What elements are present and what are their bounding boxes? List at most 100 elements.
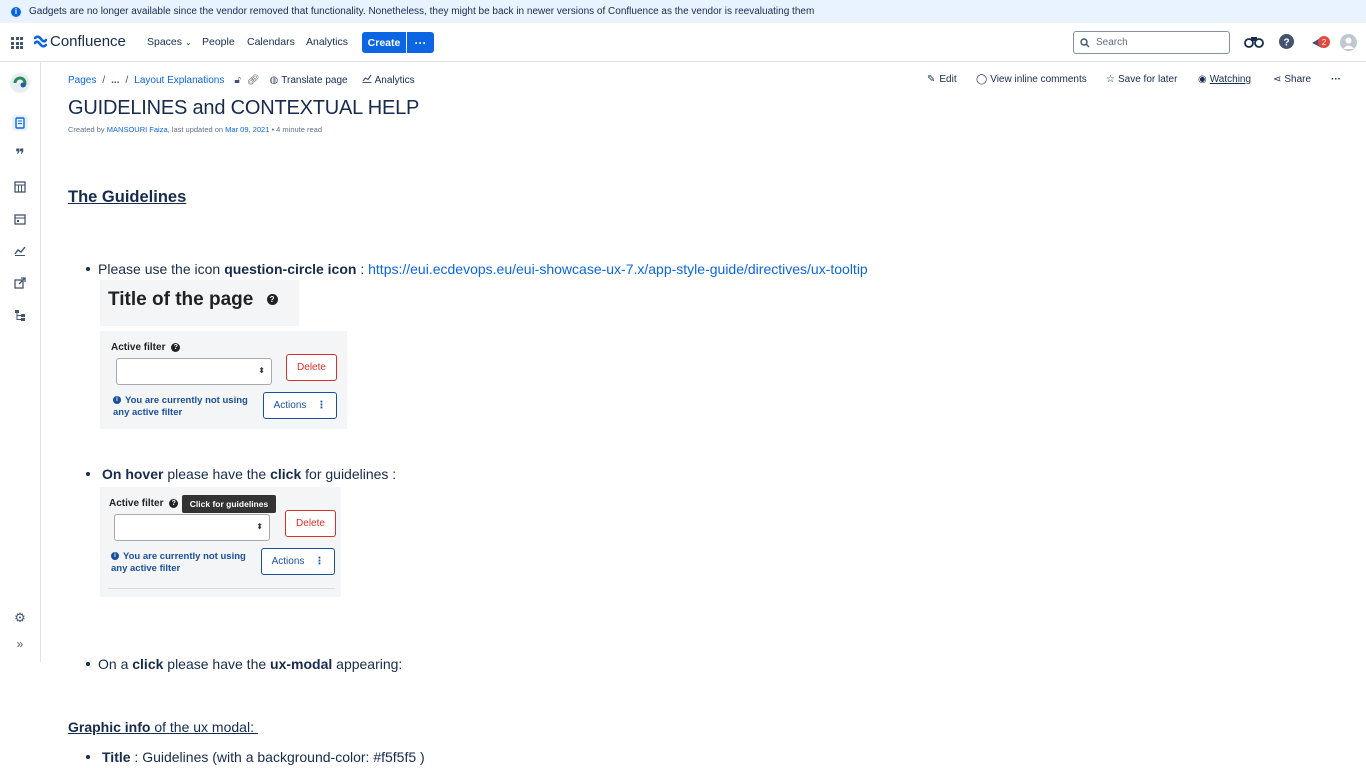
graphic-heading-rest: of the ux modal: bbox=[150, 719, 258, 735]
hierarchy-icon[interactable] bbox=[12, 307, 28, 323]
calculator-icon[interactable] bbox=[12, 179, 28, 195]
svg-text:?: ? bbox=[1283, 38, 1289, 49]
binoculars-icon[interactable] bbox=[1244, 35, 1264, 54]
translate-page-link[interactable]: Translate page bbox=[281, 75, 347, 86]
bullet1-pre: Please use the icon bbox=[98, 261, 221, 277]
settings-icon[interactable]: ⚙ bbox=[12, 610, 28, 626]
bullet4-rest: : Guidelines (with a background-color: #… bbox=[130, 749, 425, 765]
bullet1-mid: : bbox=[356, 261, 369, 277]
space-avatar-icon[interactable] bbox=[9, 72, 31, 94]
search-placeholder: Search bbox=[1096, 37, 1128, 48]
confluence-logo[interactable]: Confluence bbox=[34, 33, 126, 50]
kebab-icon: ⋮ bbox=[314, 556, 325, 567]
byline-mid: , last updated on bbox=[167, 125, 226, 134]
watching-button[interactable]: ◉ Watching bbox=[1198, 74, 1251, 85]
analytics-link[interactable]: Analytics bbox=[375, 75, 415, 86]
mock-filter-select: ⬍ bbox=[116, 358, 272, 385]
breadcrumb-layout-explanations[interactable]: Layout Explanations bbox=[134, 75, 224, 86]
edit-label: Edit bbox=[939, 74, 957, 85]
create-button[interactable]: Create bbox=[362, 32, 406, 53]
graphic-info-heading: Graphic info of the ux modal: bbox=[68, 719, 258, 735]
analytics-icon[interactable] bbox=[12, 243, 28, 259]
bullet3-bold1: click bbox=[132, 656, 164, 672]
question-circle-icon: ? bbox=[171, 342, 181, 352]
create-more-button[interactable]: ··· bbox=[407, 32, 434, 53]
save-for-later-button[interactable]: ☆ Save for later bbox=[1106, 74, 1177, 85]
ux-tooltip-link[interactable]: https://eui.ecdevops.eu/eui-showcase-ux-… bbox=[368, 261, 868, 277]
nav-people[interactable]: People bbox=[202, 36, 235, 48]
pages-icon[interactable] bbox=[12, 115, 28, 131]
breadcrumb-pages[interactable]: Pages bbox=[68, 75, 96, 86]
mock-filter-select: ⬍ bbox=[114, 514, 270, 541]
pencil-icon: ✎ bbox=[927, 74, 936, 85]
expand-sidebar-icon[interactable]: » bbox=[12, 636, 28, 652]
bullet2-bold1: On hover bbox=[102, 466, 164, 482]
sort-caret-icon: ⬍ bbox=[258, 366, 265, 375]
mock-tooltip: Click for guidelines bbox=[182, 495, 276, 513]
mock-info-line2: any active filter bbox=[111, 563, 181, 574]
nav-analytics[interactable]: Analytics bbox=[306, 36, 348, 48]
lock-icon[interactable]: 🔓︎ bbox=[234, 75, 240, 86]
mock-label-text: Active filter bbox=[109, 498, 164, 509]
help-icon[interactable]: ? bbox=[1279, 34, 1294, 54]
info-icon: i bbox=[11, 6, 21, 17]
share-button[interactable]: ⋖ Share bbox=[1273, 74, 1311, 85]
mock-delete-button: Delete bbox=[286, 354, 337, 381]
graphic-heading-bold: Graphic info bbox=[68, 719, 151, 735]
banner-text: Gadgets are no longer available since th… bbox=[29, 6, 815, 17]
search-icon bbox=[1080, 37, 1090, 47]
app-switcher-icon[interactable] bbox=[11, 37, 23, 49]
mock-actions-label: Actions bbox=[271, 556, 305, 567]
mock-delete-button: Delete bbox=[285, 510, 336, 537]
bullet2-post: for guidelines : bbox=[301, 466, 397, 482]
date-link[interactable]: Mar 09, 2021 bbox=[225, 125, 269, 134]
calendar-icon[interactable] bbox=[12, 211, 28, 227]
nav-calendars[interactable]: Calendars bbox=[247, 36, 295, 48]
notifications-icon[interactable]: 2 bbox=[1311, 34, 1331, 55]
list-item: On a click please have the ux-modal appe… bbox=[86, 656, 402, 672]
quote-icon[interactable]: ❞ bbox=[12, 147, 28, 164]
more-actions-button[interactable]: ··· bbox=[1331, 74, 1341, 85]
mock-actions-button: Actions ⋮ bbox=[263, 392, 337, 419]
bullet4-bold: Title bbox=[102, 749, 131, 765]
search-input[interactable]: Search bbox=[1073, 31, 1230, 54]
mock-label-text: Active filter bbox=[111, 342, 166, 353]
bullet3-pre: On a bbox=[98, 656, 133, 672]
byline-suffix: • 4 minute read bbox=[269, 125, 323, 134]
avatar[interactable] bbox=[1340, 34, 1357, 56]
kebab-icon: ⋮ bbox=[316, 400, 327, 411]
author-link[interactable]: MANSOURI Faiza bbox=[107, 125, 168, 134]
view-inline-comments-button[interactable]: ◯ View inline comments bbox=[976, 74, 1087, 85]
bullet1-bold: question-circle icon bbox=[224, 261, 357, 277]
bullet-dot bbox=[86, 755, 90, 759]
edit-button[interactable]: ✎ Edit bbox=[927, 74, 957, 85]
info-icon: i bbox=[111, 552, 119, 561]
bullet-dot bbox=[86, 472, 90, 476]
breadcrumb-separator: / bbox=[125, 74, 129, 86]
mock-actions-label: Actions bbox=[273, 400, 307, 411]
eye-icon: ◉ bbox=[1198, 74, 1207, 85]
mock-active-filter-label: Active filter ? bbox=[111, 342, 181, 353]
chevron-down-icon: ⌄ bbox=[184, 38, 192, 47]
breadcrumb: Pages / ... / Layout Explanations 🔓︎ 🔗︎ … bbox=[68, 74, 421, 86]
left-sidebar: ❞ ⚙ » bbox=[0, 62, 41, 662]
nav-spaces[interactable]: Spaces ⌄ bbox=[147, 36, 192, 48]
list-item: Please use the icon question-circle icon… bbox=[86, 261, 868, 277]
bullet3-post: appearing: bbox=[332, 656, 403, 672]
notification-count: 2 bbox=[1322, 38, 1327, 47]
save-for-later-label: Save for later bbox=[1117, 74, 1178, 85]
external-link-icon[interactable] bbox=[12, 275, 28, 291]
chart-icon bbox=[362, 74, 372, 86]
list-item: Title : Guidelines (with a background-co… bbox=[86, 749, 425, 765]
mock-title-text: Title of the page bbox=[108, 289, 254, 310]
list-item: On hover please have the click for guide… bbox=[86, 466, 396, 482]
mock-info-line2: any active filter bbox=[113, 407, 183, 418]
bullet3-bold2: ux-modal bbox=[270, 656, 333, 672]
attachment-icon[interactable]: 🔗︎ bbox=[247, 75, 260, 86]
view-inline-comments-label: View inline comments bbox=[990, 74, 1087, 85]
mock-active-filter-label: Active filter ? bbox=[109, 498, 179, 509]
share-icon: ⋖ bbox=[1273, 74, 1282, 85]
page-title: GUIDELINES and CONTEXTUAL HELP bbox=[68, 97, 420, 119]
bullet2-mid: please have the bbox=[163, 466, 271, 482]
breadcrumb-ellipsis[interactable]: ... bbox=[111, 75, 119, 86]
